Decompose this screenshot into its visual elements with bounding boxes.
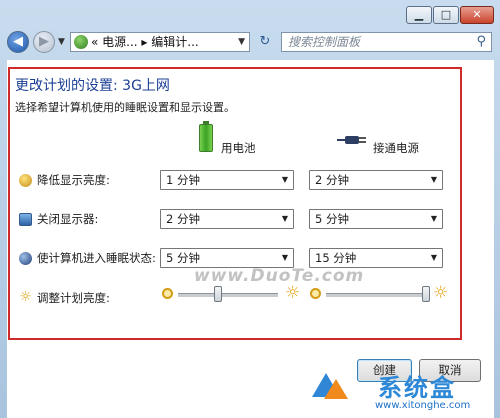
select-value: 15 分钟 xyxy=(315,251,357,265)
window-frame: ▁ □ ✕ ◀ ▶ ▼ « 电源... ▸ 编辑计... ▼ ↻ 搜索控制面板 … xyxy=(0,0,500,418)
bright-sun-icon: ☼ xyxy=(433,283,449,303)
page-subtitle: 选择希望计算机使用的睡眠设置和显示设置。 xyxy=(15,101,235,114)
select-value: 2 分钟 xyxy=(315,173,349,187)
brightness-sun-icon: ☼ xyxy=(19,289,32,305)
brightness-plugged-slider[interactable]: ☼ xyxy=(308,283,450,304)
control-panel-icon xyxy=(74,35,88,49)
sleep-battery-select[interactable]: 5 分钟 ▼ xyxy=(160,248,294,268)
site-watermark: www.xitonghe.com xyxy=(375,400,471,411)
column-header-battery: 用电池 xyxy=(221,141,256,155)
search-icon[interactable]: ⚲ xyxy=(476,34,486,50)
dim-display-icon xyxy=(19,174,32,187)
address-dropdown-icon[interactable]: ▼ xyxy=(238,33,245,51)
forward-button[interactable]: ▶ xyxy=(33,31,55,53)
brightness-label: 调整计划亮度: xyxy=(37,291,110,305)
sleep-label: 使计算机进入睡眠状态: xyxy=(37,251,156,265)
chevron-down-icon: ▼ xyxy=(281,253,288,262)
sleep-moon-icon xyxy=(19,252,32,265)
turn-off-display-plugged-select[interactable]: 5 分钟 ▼ xyxy=(309,209,443,229)
close-button[interactable]: ✕ xyxy=(460,6,494,24)
dim-display-label: 降低显示亮度: xyxy=(37,173,110,187)
power-plug-icon xyxy=(337,134,367,146)
back-button[interactable]: ◀ xyxy=(7,31,29,53)
xitonghe-logo-icon xyxy=(312,365,348,401)
duote-watermark: www.DuoTe.com xyxy=(194,266,365,286)
content-pane: 更改计划的设置: 3G上网 选择希望计算机使用的睡眠设置和显示设置。 用电池 接… xyxy=(7,60,494,418)
chevron-down-icon: ▼ xyxy=(430,214,437,223)
maximize-icon: □ xyxy=(440,8,452,21)
recent-pages-dropdown-icon[interactable]: ▼ xyxy=(58,37,65,47)
refresh-button[interactable]: ↻ xyxy=(254,33,276,51)
select-value: 5 分钟 xyxy=(315,212,349,226)
maximize-button[interactable]: □ xyxy=(433,6,459,24)
search-placeholder: 搜索控制面板 xyxy=(288,35,361,49)
forward-arrow-icon: ▶ xyxy=(39,34,49,49)
minimize-icon: ▁ xyxy=(414,8,424,21)
back-arrow-icon: ◀ xyxy=(13,34,23,49)
chevron-down-icon: ▼ xyxy=(430,253,437,262)
navigation-bar: ◀ ▶ ▼ « 电源... ▸ 编辑计... ▼ ↻ 搜索控制面板 ⚲ xyxy=(0,28,500,58)
turn-off-display-label: 关闭显示器: xyxy=(37,212,99,226)
dim-sun-icon xyxy=(310,288,321,299)
slider-thumb[interactable] xyxy=(422,286,430,302)
bright-sun-icon: ☼ xyxy=(285,283,301,303)
slider-thumb[interactable] xyxy=(214,286,222,302)
slider-track xyxy=(178,293,278,297)
select-value: 1 分钟 xyxy=(166,173,200,187)
slider-track xyxy=(326,293,426,297)
search-input[interactable]: 搜索控制面板 ⚲ xyxy=(281,32,492,52)
title-bar: ▁ □ ✕ xyxy=(0,0,500,28)
select-value: 5 分钟 xyxy=(166,251,200,265)
select-value: 2 分钟 xyxy=(166,212,200,226)
sleep-plugged-select[interactable]: 15 分钟 ▼ xyxy=(309,248,443,268)
brightness-battery-slider[interactable]: ☼ xyxy=(160,283,302,304)
dim-display-battery-select[interactable]: 1 分钟 ▼ xyxy=(160,170,294,190)
turn-off-display-battery-select[interactable]: 2 分钟 ▼ xyxy=(160,209,294,229)
chevron-down-icon: ▼ xyxy=(281,214,288,223)
monitor-icon xyxy=(19,213,32,226)
close-icon: ✕ xyxy=(472,8,482,21)
address-bar[interactable]: « 电源... ▸ 编辑计... ▼ xyxy=(70,32,250,52)
brand-watermark: 系统盒 xyxy=(378,374,456,402)
breadcrumb[interactable]: « 电源... ▸ 编辑计... xyxy=(91,33,199,51)
column-header-plugged-in: 接通电源 xyxy=(373,141,419,155)
chevron-down-icon: ▼ xyxy=(281,175,288,184)
minimize-button[interactable]: ▁ xyxy=(406,6,432,24)
dim-sun-icon xyxy=(162,288,173,299)
battery-icon xyxy=(199,121,213,152)
chevron-down-icon: ▼ xyxy=(430,175,437,184)
page-title: 更改计划的设置: 3G上网 xyxy=(15,78,170,94)
dim-display-plugged-select[interactable]: 2 分钟 ▼ xyxy=(309,170,443,190)
